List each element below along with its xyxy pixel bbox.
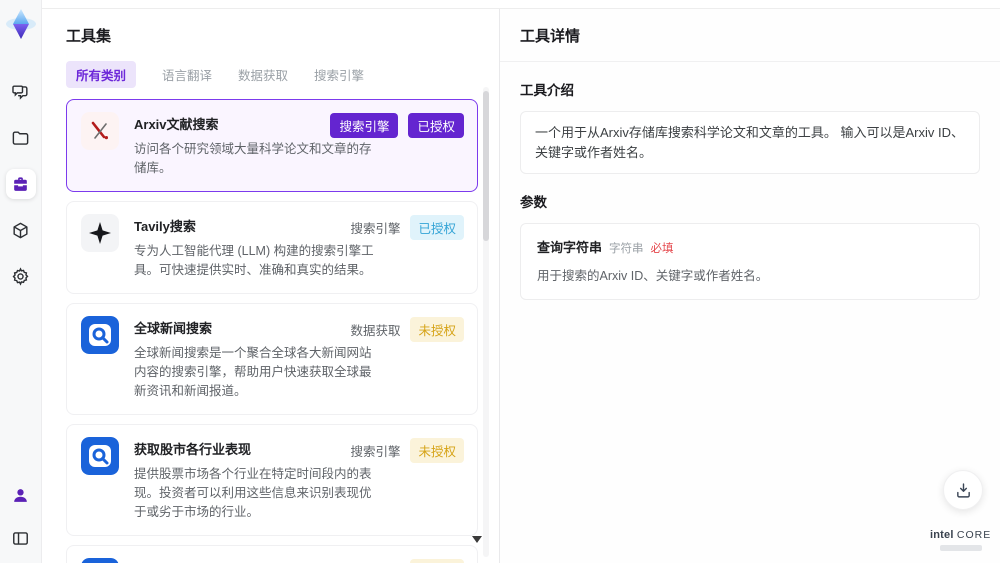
intel-core-logo: intel CORE [930,529,992,541]
tool-list: Arxiv文献搜索 访问各个研究领域大量科学论文和文章的存储库。 搜索引擎 已授… [66,99,478,563]
category-badge: 搜索引擎 [350,444,401,459]
user-icon[interactable] [6,480,36,510]
panel-toggle-icon[interactable] [6,523,36,553]
tool-badges: 数据获取 未授权 [350,316,464,342]
intro-heading: 工具介绍 [520,83,574,98]
param-required-badge: 必填 [650,243,674,255]
content-area: 工具集 所有类别 语言翻译 数据获取 搜索引擎 Arxiv文献搜索 访问各个研究领域大… [42,8,1000,563]
param-head: 查询字符串 字符串 必填 [537,237,963,256]
tool-desc: 访问各个研究领域大量科学论文和文章的存储库。 [134,142,372,176]
auth-status-badge: 已授权 [410,214,464,240]
tool-list-panel: 工具集 所有类别 语言翻译 数据获取 搜索引擎 Arxiv文献搜索 访问各个研究领域大… [42,9,500,563]
tool-desc: 专为人工智能代理 (LLM) 构建的搜索引擎工具。可快速提供实时、准确和真实的结… [134,243,374,278]
param-desc: 用于搜索的Arxiv ID、关键字或作者姓名。 [537,269,769,283]
download-button[interactable] [943,470,983,510]
category-tab[interactable]: 数据获取 [238,65,288,84]
tool-badges: 搜索引擎 已授权 [350,214,464,240]
category-badge: 数据获取 [350,323,401,338]
tool-desc: 提供股票市场各个行业在特定时间段内的表现。投资者可以利用这些信息来识别表现优于或… [134,466,372,520]
tool-card[interactable]: 全球新闻搜索 全球新闻搜索是一个聚合全球各大新闻网站内容的搜索引擎，帮助用户快速… [66,302,478,415]
settings-icon[interactable] [6,261,36,291]
chat-icon[interactable] [6,77,36,107]
blue-search-icon [81,315,119,354]
category-tab[interactable]: 语言翻译 [162,65,212,84]
auth-status-badge: 未授权 [410,558,464,563]
page-title: 工具集 [66,28,112,45]
tavily-star-icon [81,213,119,252]
tool-badges: 搜索引擎 未授权 [350,437,464,463]
param-name: 查询字符串 [537,240,603,255]
tool-badges: 搜索引擎 已授权 [330,113,464,138]
category-badge: 搜索引擎 [350,221,401,236]
download-icon [956,482,970,498]
intro-text: 一个用于从Arxiv存储库搜索科学论文和文章的工具。 输入可以是Arxiv ID… [520,111,980,174]
auth-status-badge: 未授权 [410,437,464,463]
sidebar-bottom-nav [6,480,36,553]
tool-badges: 搜索引擎 未授权 [350,558,464,563]
blue-search-icon [81,436,119,475]
tool-card[interactable]: 获取市场最活跃股票信息 提供当天交易量最高的股票列表。投资者可以利用这些信息来识… [66,544,478,563]
brand-badge [940,545,982,551]
auth-status-badge: 已授权 [408,113,464,138]
detail-title: 工具详情 [520,28,581,45]
scroll-down-icon[interactable] [472,536,482,543]
tool-card[interactable]: Arxiv文献搜索 访问各个研究领域大量科学论文和文章的存储库。 搜索引擎 已授… [66,99,478,192]
brand-intel: intel [930,529,954,541]
brand-core: CORE [956,529,992,541]
arxiv-icon [81,112,119,150]
blue-search-icon [81,557,119,563]
toolbox-icon[interactable] [5,169,36,199]
sidebar-nav [5,77,36,291]
category-badge: 搜索引擎 [330,113,399,138]
param-card: 查询字符串 字符串 必填 用于搜索的Arxiv ID、关键字或作者姓名。 [520,223,980,300]
tool-desc: 全球新闻搜索是一个聚合全球各大新闻网站内容的搜索引擎，帮助用户快速获取全球最新资… [134,345,372,399]
sidebar [0,0,42,563]
app-logo[interactable] [4,7,38,41]
tool-detail-panel: 工具详情 工具介绍 一个用于从Arxiv存储库搜索科学论文和文章的工具。 输入可… [500,9,1000,563]
category-tabs: 所有类别 语言翻译 数据获取 搜索引擎 [66,60,499,88]
auth-status-badge: 未授权 [410,316,464,342]
category-tab[interactable]: 搜索引擎 [314,65,364,84]
params-heading: 参数 [520,195,547,210]
scrollbar-thumb[interactable] [483,91,489,241]
category-tab[interactable]: 所有类别 [66,60,137,88]
app-window: 工具集 所有类别 语言翻译 数据获取 搜索引擎 Arxiv文献搜索 访问各个研究领域大… [0,0,1000,563]
tool-card[interactable]: Tavily搜索 专为人工智能代理 (LLM) 构建的搜索引擎工具。可快速提供实… [66,200,478,294]
tool-card[interactable]: 获取股市各行业表现 提供股票市场各个行业在特定时间段内的表现。投资者可以利用这些… [66,423,478,536]
divider [500,61,1000,62]
cube-icon[interactable] [6,215,36,245]
param-type: 字符串 [609,243,644,255]
folder-icon[interactable] [6,123,36,153]
